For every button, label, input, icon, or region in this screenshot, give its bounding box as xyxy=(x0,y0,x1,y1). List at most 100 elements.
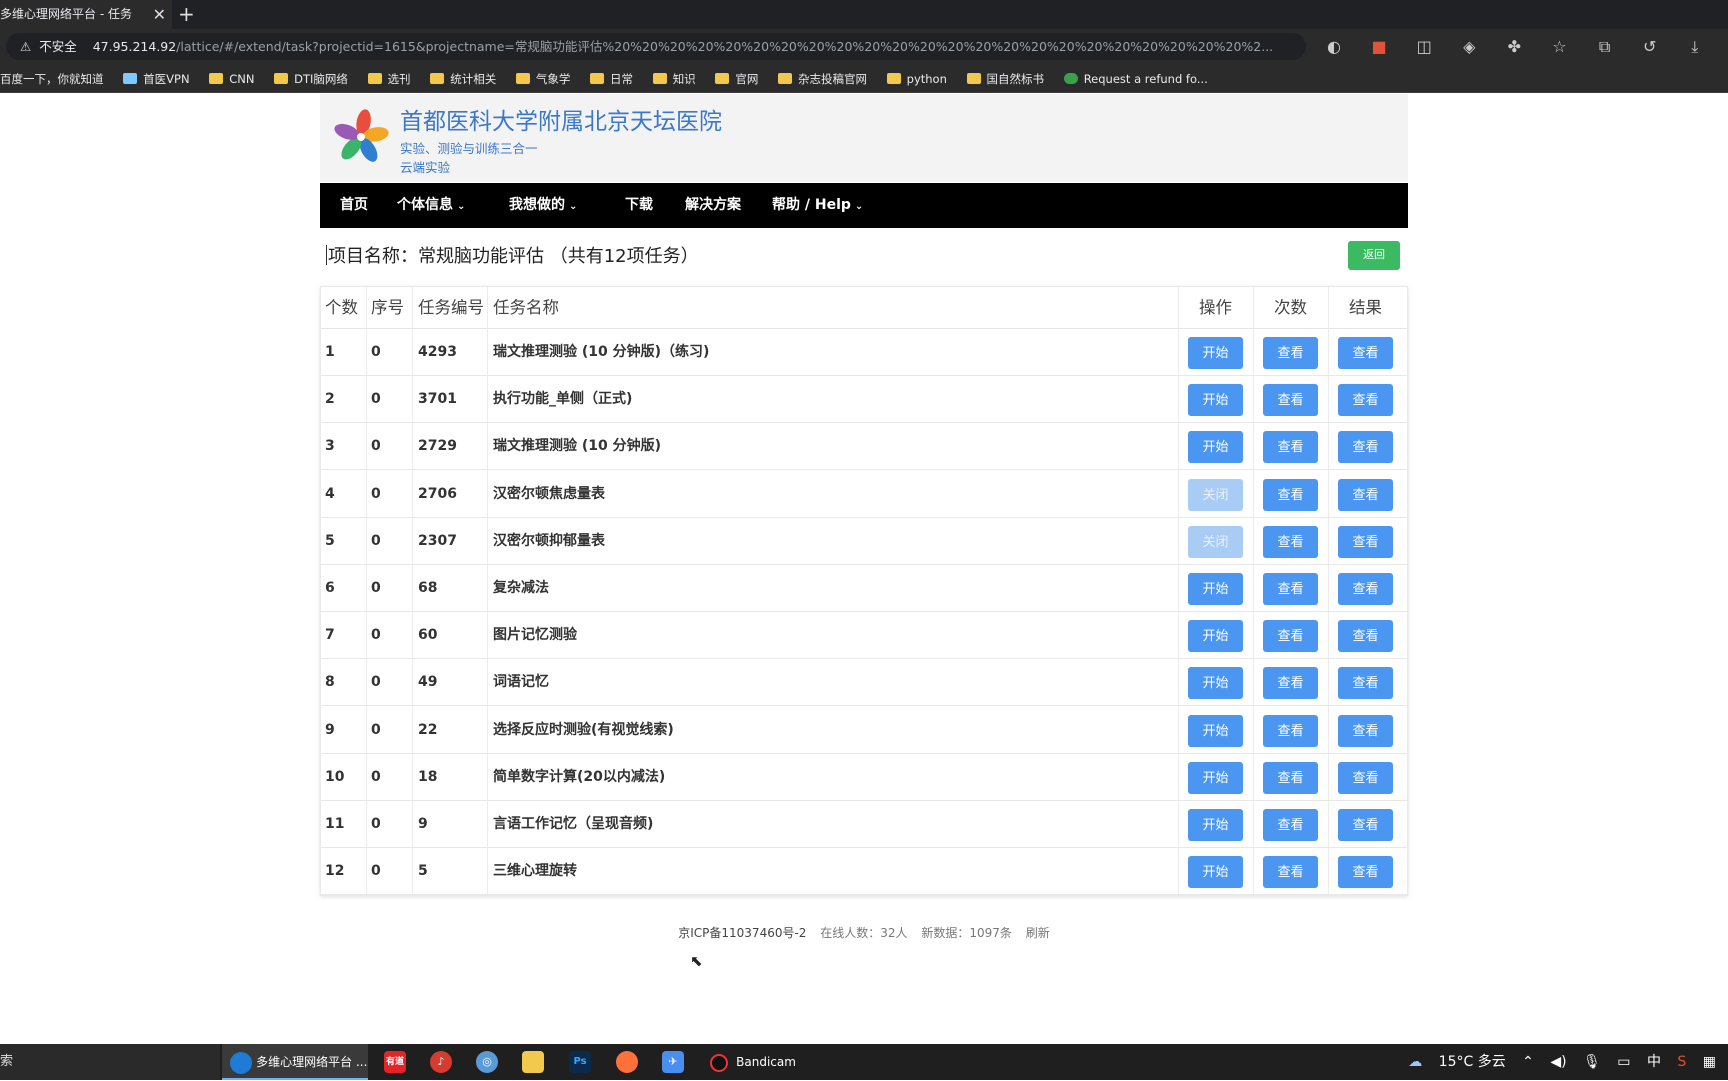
view-result-button[interactable]: 查看 xyxy=(1338,525,1393,558)
taskbar-app-photoshop[interactable]: Ps xyxy=(569,1044,591,1080)
nav-solutions[interactable]: 解决方案 xyxy=(685,183,741,228)
taskbar-app-edge[interactable]: 多维心理网络平台 ... xyxy=(222,1044,368,1080)
bookmark-folder[interactable]: 杂志投稿官网 xyxy=(778,66,867,92)
nav-home[interactable]: 首页 xyxy=(340,183,368,228)
column-header: 操作 xyxy=(1199,298,1232,317)
chevron-up-icon[interactable]: ⌃ xyxy=(1522,1054,1534,1070)
extension-icon[interactable]: ◐ xyxy=(1320,37,1348,56)
extension-icon[interactable]: ◫ xyxy=(1410,37,1438,56)
view-count-button[interactable]: 查看 xyxy=(1263,761,1318,794)
browser-tab-active[interactable]: 多维心理网络平台 - 任务 ✕ xyxy=(0,0,172,29)
bookmark-item[interactable]: 百度一下，你就知道 xyxy=(0,66,104,92)
view-count-button[interactable]: 查看 xyxy=(1263,384,1318,417)
taskbar-app-netease[interactable]: ♪ xyxy=(430,1044,452,1080)
view-count-button[interactable]: 查看 xyxy=(1263,620,1318,653)
view-result-button[interactable]: 查看 xyxy=(1338,714,1393,747)
close-tab-icon[interactable]: ✕ xyxy=(153,0,166,29)
bookmark-folder[interactable]: python xyxy=(886,66,947,92)
bookmark-label: 百度一下，你就知道 xyxy=(0,72,104,86)
address-bar[interactable]: ⚠ 不安全 47.95.214.92/lattice/#/extend/task… xyxy=(6,33,1306,60)
bookmark-item[interactable]: 首医VPN xyxy=(123,66,190,92)
view-count-button[interactable]: 查看 xyxy=(1263,478,1318,511)
volume-icon[interactable]: ◀) xyxy=(1550,1054,1566,1070)
view-count-button[interactable]: 查看 xyxy=(1263,431,1318,464)
view-result-button[interactable]: 查看 xyxy=(1338,809,1393,841)
ime-indicator[interactable]: 中 xyxy=(1647,1054,1661,1070)
refresh-link[interactable]: 刷新 xyxy=(1026,926,1050,940)
view-count-button[interactable]: 查看 xyxy=(1263,714,1318,747)
bookmark-folder[interactable]: 统计相关 xyxy=(430,66,497,92)
view-result-button[interactable]: 查看 xyxy=(1338,478,1393,511)
table-row: 1 0 4293 瑞文推理测验 (10 分钟版)（练习) 开始 查看 查看 xyxy=(321,329,1407,376)
view-result-button[interactable]: 查看 xyxy=(1338,620,1393,653)
view-result-button[interactable]: 查看 xyxy=(1338,573,1393,605)
nav-i-want-to-do[interactable]: 我想做的 ⌄ xyxy=(509,183,577,229)
bookmark-folder[interactable]: 日常 xyxy=(590,66,633,92)
nav-personal-info[interactable]: 个体信息 ⌄ xyxy=(397,183,465,229)
bookmark-folder[interactable]: CNN xyxy=(209,66,254,92)
taskbar-search[interactable]: 索 xyxy=(0,1044,220,1080)
nav-label: 我想做的 xyxy=(509,197,565,213)
taskbar-app-firefox[interactable] xyxy=(616,1044,638,1080)
view-result-button[interactable]: 查看 xyxy=(1338,431,1393,464)
collections-icon[interactable]: ⧉ xyxy=(1591,37,1619,57)
table-row: 7 0 60 图片记忆测验 开始 查看 查看 xyxy=(321,612,1407,660)
back-button[interactable]: 返回 xyxy=(1348,241,1400,270)
view-count-button[interactable]: 查看 xyxy=(1263,667,1318,700)
insecure-label[interactable]: 不安全 xyxy=(39,39,77,54)
bookmark-label: 统计相关 xyxy=(450,72,497,86)
start-task-button[interactable]: 开始 xyxy=(1188,620,1243,653)
view-result-button[interactable]: 查看 xyxy=(1338,761,1393,794)
history-icon[interactable]: ↺ xyxy=(1636,37,1664,56)
nav-help[interactable]: 帮助 / Help ⌄ xyxy=(772,183,863,229)
view-count-button[interactable]: 查看 xyxy=(1263,809,1318,841)
microphone-icon[interactable]: 🎙 xyxy=(1583,1054,1601,1070)
new-tab-button[interactable]: + xyxy=(178,2,195,26)
puzzle-icon[interactable]: ✤ xyxy=(1500,37,1528,56)
notification-icon[interactable]: ▦ xyxy=(1703,1054,1716,1070)
bookmark-folder[interactable]: 气象学 xyxy=(515,66,570,92)
column-header: 次数 xyxy=(1274,298,1307,317)
start-task-button[interactable]: 开始 xyxy=(1188,573,1243,605)
view-result-button[interactable]: 查看 xyxy=(1338,856,1393,889)
taskbar-app-globe[interactable]: ◎ xyxy=(476,1044,498,1080)
taskbar-app-bird[interactable]: ✈ xyxy=(662,1044,684,1080)
start-task-button[interactable]: 开始 xyxy=(1188,809,1243,841)
icp-link[interactable]: 京ICP备11037460号-2 xyxy=(678,926,806,940)
bookmark-item[interactable]: Request a refund fo... xyxy=(1063,66,1208,92)
start-task-button[interactable]: 开始 xyxy=(1188,337,1243,369)
start-task-button[interactable]: 开始 xyxy=(1188,667,1243,700)
view-result-button[interactable]: 查看 xyxy=(1338,667,1393,700)
taskbar-app-youdao[interactable]: 有道 xyxy=(384,1044,406,1080)
bookmark-folder[interactable]: 国自然标书 xyxy=(966,66,1044,92)
bookmark-folder[interactable]: 选刊 xyxy=(367,66,411,92)
view-result-button[interactable]: 查看 xyxy=(1338,384,1393,417)
view-count-button[interactable]: 查看 xyxy=(1263,856,1318,889)
extension-icon[interactable]: ■ xyxy=(1365,37,1393,56)
web-page: 首都医科大学附属北京天坛医院 实验、测验与训练三合一 云端实验 首页 个体信息 ⌄… xyxy=(0,94,1728,1044)
nav-download[interactable]: 下载 xyxy=(625,183,653,228)
download-icon[interactable]: ⤓ xyxy=(1681,37,1709,57)
bookmark-folder[interactable]: 知识 xyxy=(652,66,696,92)
view-count-button[interactable]: 查看 xyxy=(1263,337,1318,369)
sogou-icon[interactable]: S xyxy=(1677,1054,1686,1070)
taskbar-app-bandicam[interactable]: Bandicam xyxy=(706,1044,796,1080)
start-task-button[interactable]: 开始 xyxy=(1188,761,1243,794)
extension-icon[interactable]: ◈ xyxy=(1455,37,1483,56)
folder-icon xyxy=(652,73,667,84)
view-count-button[interactable]: 查看 xyxy=(1263,573,1318,605)
start-task-button[interactable]: 开始 xyxy=(1188,384,1243,417)
view-count-button[interactable]: 查看 xyxy=(1263,525,1318,558)
weather-text[interactable]: 15°C 多云 xyxy=(1439,1054,1506,1070)
network-icon[interactable]: ▭ xyxy=(1617,1054,1630,1070)
start-task-button[interactable]: 开始 xyxy=(1188,856,1243,889)
bookmark-folder[interactable]: DTI脑网络 xyxy=(274,66,348,92)
taskbar-app-explorer[interactable] xyxy=(522,1044,544,1080)
favorites-icon[interactable]: ☆ xyxy=(1545,37,1573,56)
view-result-button[interactable]: 查看 xyxy=(1338,337,1393,369)
start-task-button[interactable]: 开始 xyxy=(1188,714,1243,747)
globe-icon: ◎ xyxy=(476,1050,498,1073)
bookmarks-bar: 百度一下，你就知道 首医VPN CNN DTI脑网络 选刊 统计相关 气象学 日… xyxy=(0,66,1728,93)
bookmark-folder[interactable]: 官网 xyxy=(715,66,758,92)
start-task-button[interactable]: 开始 xyxy=(1188,431,1243,464)
